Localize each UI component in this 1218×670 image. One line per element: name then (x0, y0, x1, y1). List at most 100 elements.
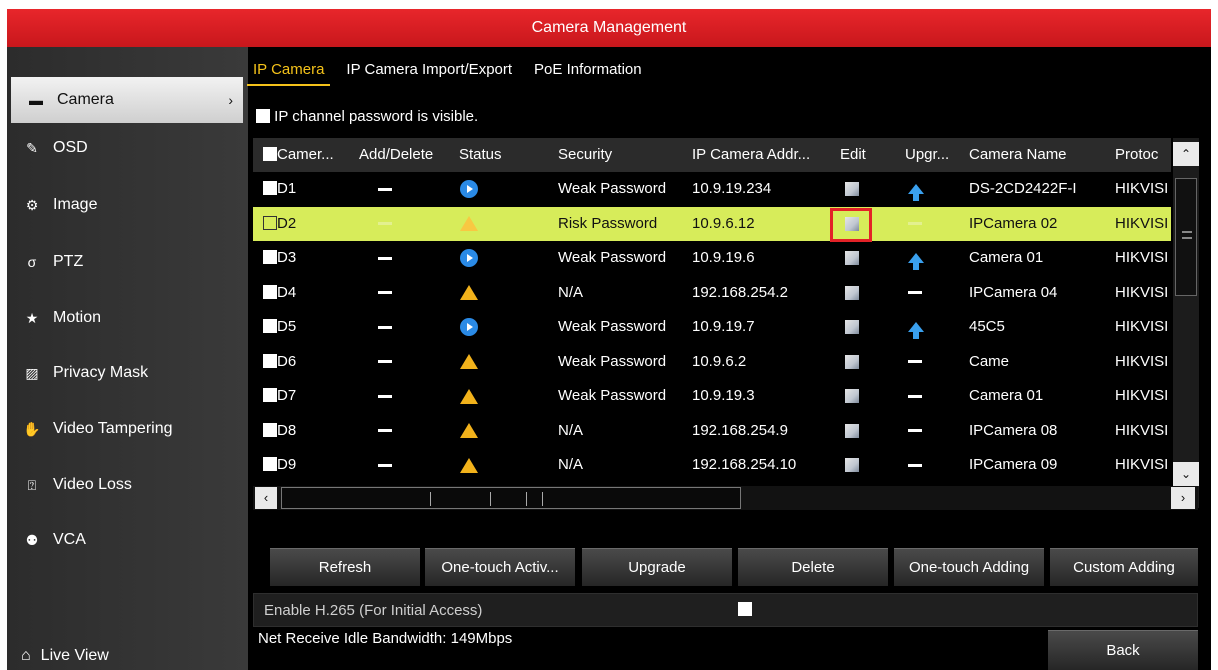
scroll-right-icon[interactable]: › (1171, 487, 1195, 509)
edit-icon[interactable] (845, 458, 859, 473)
back-button[interactable]: Back (1048, 630, 1198, 670)
refresh-button[interactable]: Refresh (270, 548, 420, 586)
camera-name: Camera 01 (969, 387, 1044, 404)
column-protocol[interactable]: Protoc (1115, 138, 1167, 172)
row-checkbox[interactable] (263, 319, 277, 333)
upgrade-icon[interactable] (908, 253, 924, 271)
one-touch-adding-button[interactable]: One-touch Adding (894, 548, 1044, 586)
add-delete-icon[interactable] (378, 291, 392, 295)
tab-ip-camera-import-export[interactable]: IP Camera Import/Export (340, 60, 518, 86)
table-row[interactable]: D7 Weak Password 10.9.19.3 Camera 01 HIKVISI… (253, 379, 1171, 413)
scroll-down-icon[interactable]: ⌄ (1173, 462, 1199, 486)
camera-icon: ▬ (29, 92, 43, 108)
bandwidth-status: Net Receive Idle Bandwidth: 149Mbps (258, 630, 513, 647)
security-status: Risk Password (558, 214, 658, 232)
delete-button[interactable]: Delete (738, 548, 888, 586)
add-delete-icon[interactable] (378, 360, 392, 364)
row-checkbox[interactable] (263, 422, 277, 437)
column-add-delete[interactable]: Add/Delete (359, 138, 457, 172)
table-row[interactable]: D8 N/A 192.168.254.9 IPCamera 08 HIKVISION (253, 414, 1171, 448)
column-security[interactable]: Security (558, 138, 678, 172)
row-checkbox[interactable] (263, 215, 277, 230)
add-delete-icon[interactable] (378, 394, 392, 398)
table-row[interactable]: D1 Weak Password 10.9.19.234 DS-2CD2422F-I H… (253, 172, 1171, 206)
password-visible-label: IP channel password is visible. (274, 108, 479, 125)
column-edit[interactable]: Edit (840, 138, 880, 172)
edit-icon[interactable] (845, 182, 859, 197)
scroll-left-icon[interactable]: ‹ (255, 487, 277, 509)
edit-icon[interactable] (845, 251, 859, 266)
sidebar-item-motion[interactable]: ★ Motion (7, 295, 248, 341)
upgrade-button[interactable]: Upgrade (582, 548, 732, 586)
vertical-scrollbar[interactable]: ⌃ ⌄ (1173, 138, 1199, 508)
add-delete-icon[interactable] (378, 325, 392, 329)
status-play-icon[interactable] (460, 180, 478, 199)
upgrade-icon[interactable] (908, 184, 924, 202)
image-icon: ⚙ (25, 196, 39, 213)
password-visible-option[interactable]: IP channel password is visible. (256, 108, 478, 125)
ip-address: 10.9.19.7 (692, 318, 755, 335)
table-row[interactable]: D2 Risk Password 10.9.6.12 IPCamera 02 HIKVI… (253, 206, 1171, 242)
sidebar-item-image[interactable]: ⚙ Image (7, 182, 248, 228)
row-checkbox[interactable] (263, 388, 277, 402)
live-view-button[interactable]: ⌂ Live View (7, 642, 248, 670)
table-row[interactable]: D6 Weak Password 10.9.6.2 Came HIKVISION (253, 345, 1171, 379)
h265-checkbox[interactable] (738, 602, 752, 616)
edit-icon[interactable] (845, 354, 859, 369)
scroll-up-icon[interactable]: ⌃ (1173, 142, 1199, 166)
row-checkbox[interactable] (263, 457, 277, 471)
tab-ip-camera[interactable]: IP Camera (247, 60, 331, 86)
custom-adding-button[interactable]: Custom Adding (1050, 548, 1198, 586)
table-row[interactable]: D5 Weak Password 10.9.19.7 45C5 HIKVISION (253, 310, 1171, 344)
sidebar-item-vca[interactable]: ⚉ VCA (7, 517, 248, 563)
select-all-checkbox[interactable] (263, 147, 277, 161)
protocol: HIKVISION (1115, 421, 1169, 439)
sidebar-item-video-loss[interactable]: ⍰ Video Loss (7, 462, 248, 508)
edit-icon[interactable] (845, 423, 859, 438)
status-play-icon[interactable] (460, 318, 478, 337)
upgrade-icon[interactable] (908, 322, 924, 340)
column-ip-address[interactable]: IP Camera Addr... (692, 138, 837, 172)
add-delete-icon[interactable] (378, 256, 392, 260)
sidebar-item-osd[interactable]: ✎ OSD (7, 125, 248, 171)
add-delete-icon[interactable] (378, 222, 392, 226)
column-status[interactable]: Status (459, 138, 549, 172)
row-checkbox[interactable] (263, 353, 277, 368)
sidebar-item-privacy-mask[interactable]: ▨ Privacy Mask (7, 350, 248, 396)
sidebar-item-ptz[interactable]: σ PTZ (7, 239, 248, 285)
edit-icon[interactable] (845, 389, 859, 404)
column-upgrade[interactable]: Upgr... (905, 138, 965, 172)
horizontal-scroll-thumb[interactable] (281, 487, 741, 509)
sidebar-item-camera[interactable]: ▬ Camera › (11, 77, 243, 123)
row-checkbox[interactable] (263, 181, 277, 195)
privacy-mask-icon: ▨ (25, 364, 39, 381)
security-status: N/A (558, 456, 584, 473)
camera-name: IPCamera 02 (969, 214, 1058, 232)
sidebar-item-video-tampering[interactable]: ✋ Video Tampering (7, 406, 248, 452)
sidebar-item-label: Privacy Mask (53, 364, 149, 381)
table-row[interactable]: D9 N/A 192.168.254.10 IPCamera 09 HIKVISION (253, 448, 1171, 482)
column-camera-name[interactable]: Camera Name (969, 138, 1104, 172)
sidebar-item-label: Camera (57, 91, 114, 108)
row-checkbox[interactable] (263, 284, 277, 299)
add-delete-icon[interactable] (378, 463, 392, 467)
tab-poe-information[interactable]: PoE Information (528, 60, 648, 86)
camera-id: D2 (277, 214, 297, 232)
scroll-thumb[interactable] (1175, 178, 1197, 296)
table-row[interactable]: D3 Weak Password 10.9.19.6 Camera 01 HIKVISI… (253, 241, 1171, 275)
camera-name: Came (969, 352, 1010, 370)
ptz-icon: σ (27, 254, 37, 270)
table-row[interactable]: D4 N/A 192.168.254.2 IPCamera 04 HIKVISION (253, 276, 1171, 310)
security-status: Weak Password (558, 249, 667, 266)
camera-id: D1 (277, 180, 297, 197)
edit-icon[interactable] (845, 320, 859, 335)
edit-icon[interactable] (845, 285, 859, 300)
status-play-icon[interactable] (460, 249, 478, 268)
row-checkbox[interactable] (263, 250, 277, 264)
add-delete-icon[interactable] (378, 187, 392, 191)
add-delete-icon[interactable] (378, 429, 392, 433)
one-touch-activate-button[interactable]: One-touch Activ... (425, 548, 575, 586)
column-camera[interactable]: Camer... (263, 138, 358, 172)
horizontal-scrollbar[interactable]: ‹ › (253, 486, 1198, 510)
password-visible-checkbox[interactable] (256, 109, 270, 123)
